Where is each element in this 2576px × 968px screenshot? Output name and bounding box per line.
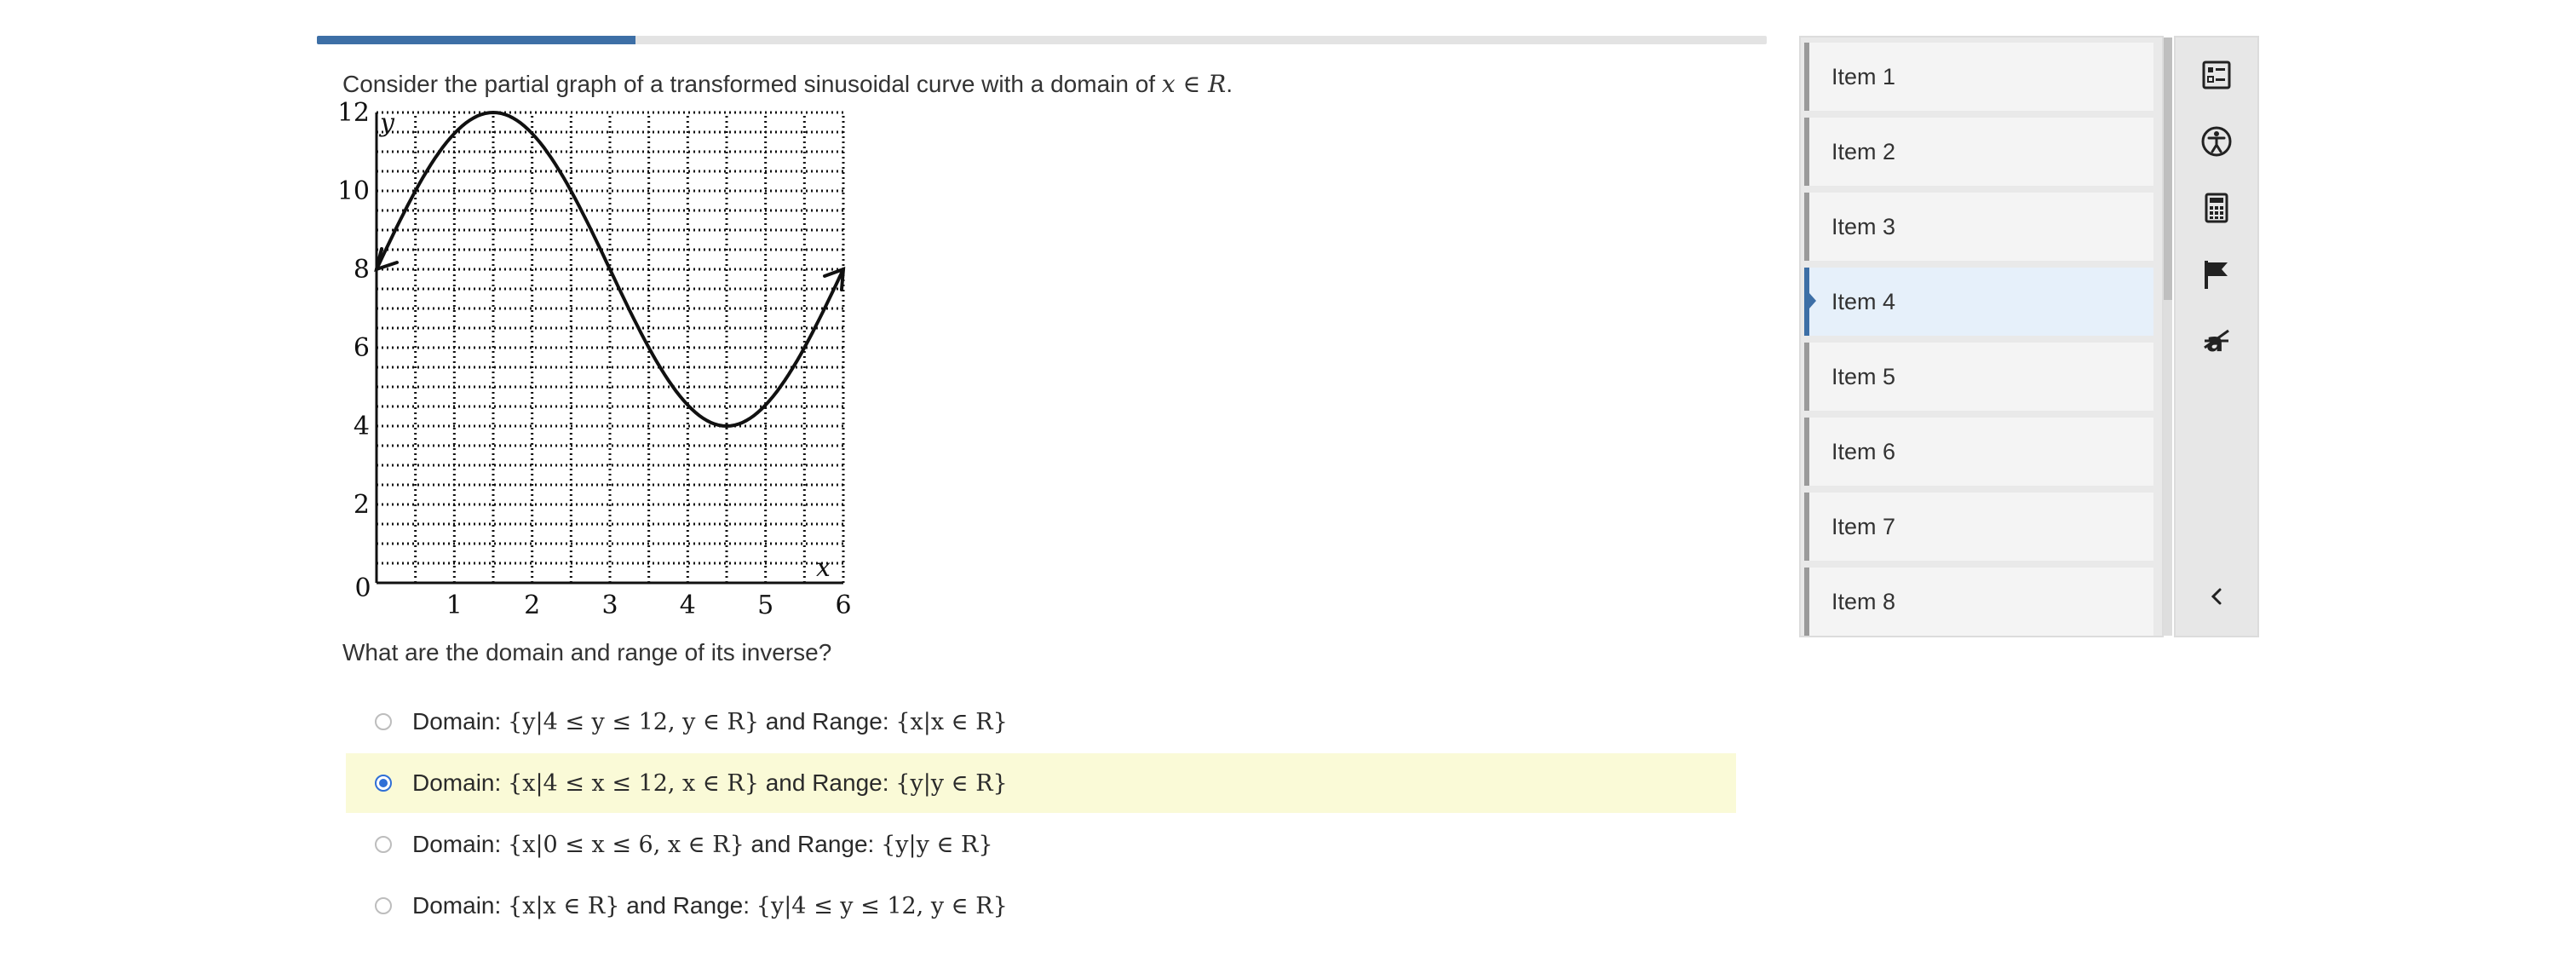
answer-choice-label: Domain: {x|4 ≤ x ≤ 12, x ∈ R} and Range:…	[412, 753, 1008, 813]
y-tick-label: 12	[341, 101, 370, 128]
radio-button[interactable]	[375, 897, 392, 914]
checklist-icon[interactable]	[2194, 53, 2239, 97]
answer-choice-3[interactable]: Domain: {x|0 ≤ x ≤ 6, x ∈ R} and Range: …	[346, 815, 1736, 874]
choice-range: {x|x ∈ R}	[895, 709, 1008, 735]
question-intro: Consider the partial graph of a transfor…	[342, 71, 1162, 97]
y-tick-label: 10	[341, 176, 370, 206]
item-nav-5[interactable]: Item 5	[1804, 343, 2153, 411]
flag-icon[interactable]	[2194, 252, 2239, 297]
choice-mid: and Range:	[758, 769, 896, 796]
answer-choice-4[interactable]: Domain: {x|x ∈ R} and Range: {y|4 ≤ y ≤ …	[346, 876, 1736, 936]
answer-choice-label: Domain: {y|4 ≤ y ≤ 12, y ∈ R} and Range:…	[412, 692, 1008, 752]
choice-prefix: Domain:	[412, 769, 509, 796]
item-nav-4[interactable]: Item 4	[1804, 268, 2153, 336]
question-domain-math: x ∈ R	[1161, 70, 1227, 98]
collapse-chevron-icon[interactable]	[2194, 574, 2239, 619]
choice-mid: and Range:	[759, 708, 896, 735]
choice-prefix: Domain:	[412, 831, 509, 857]
choice-domain: {x|0 ≤ x ≤ 6, x ∈ R}	[508, 832, 745, 858]
choice-domain: {x|x ∈ R}	[508, 893, 620, 919]
graph-x-tick-labels: 0 1 2 3 4 5 6	[354, 573, 851, 620]
graph-grid	[375, 111, 845, 585]
radio-button[interactable]	[375, 713, 392, 730]
answer-choice-label: Domain: {x|x ∈ R} and Range: {y|4 ≤ y ≤ …	[412, 876, 1008, 936]
choice-range: {y|y ∈ R}	[881, 832, 993, 858]
graph-y-label: y	[378, 108, 395, 138]
answer-choice-1[interactable]: Domain: {y|4 ≤ y ≤ 12, y ∈ R} and Range:…	[346, 692, 1736, 752]
svg-text:a: a	[2206, 328, 2223, 358]
choice-mid: and Range:	[744, 831, 882, 857]
calculator-icon[interactable]	[2194, 186, 2239, 230]
item-scrollbar-thumb[interactable]	[2164, 37, 2172, 300]
graph-x-label: x	[816, 553, 831, 583]
y-tick-label: 4	[354, 412, 370, 441]
tool-bar: a	[2174, 36, 2259, 637]
x-tick-label: 6	[835, 591, 851, 620]
x-tick-label: 2	[524, 591, 540, 620]
x-tick-label: 4	[680, 591, 696, 620]
choice-domain: {x|4 ≤ x ≤ 12, x ∈ R}	[508, 770, 759, 797]
sinusoid-graph: y x 24681012 01 2 3 4 5 6	[341, 101, 852, 620]
item-nav-8[interactable]: Item 8	[1804, 568, 2153, 636]
x-tick-label: 5	[757, 591, 773, 620]
choice-domain: {y|4 ≤ y ≤ 12, y ∈ R}	[508, 709, 760, 735]
accessibility-icon[interactable]	[2194, 119, 2239, 164]
choice-range: {y|4 ≤ y ≤ 12, y ∈ R}	[756, 893, 1008, 919]
choice-range: {y|y ∈ R}	[895, 770, 1008, 797]
item-nav-2[interactable]: Item 2	[1804, 118, 2153, 186]
answer-choice-label: Domain: {x|0 ≤ x ≤ 6, x ∈ R} and Range: …	[412, 815, 993, 874]
graph-y-tick-labels: 2 4 6 8 10 12	[341, 101, 370, 520]
question-prompt: What are the domain and range of its inv…	[342, 639, 832, 666]
x-tick-label: 1	[446, 591, 463, 620]
progress-fill	[317, 36, 636, 44]
strikethrough-icon[interactable]: a	[2194, 319, 2239, 363]
progress-bar	[317, 36, 1767, 44]
radio-button[interactable]	[375, 775, 392, 792]
y-tick-label: 8	[354, 255, 370, 285]
item-navigator: Item 1 Item 2 Item 3 Item 4 Item 5 Item 6 Item…	[1799, 36, 2164, 637]
radio-button[interactable]	[375, 836, 392, 853]
x-tick-label: 0	[354, 573, 371, 603]
item-nav-7[interactable]: Item 7	[1804, 493, 2153, 561]
question-end: .	[1226, 71, 1233, 97]
choice-mid: and Range:	[619, 892, 756, 919]
item-nav-3[interactable]: Item 3	[1804, 193, 2153, 261]
choice-prefix: Domain:	[412, 892, 509, 919]
y-tick-label: 2	[354, 490, 370, 520]
item-nav-1[interactable]: Item 1	[1804, 43, 2153, 111]
assessment-page: Consider the partial graph of a transfor…	[0, 0, 2576, 968]
x-tick-label: 3	[601, 591, 618, 620]
answer-choice-2[interactable]: Domain: {x|4 ≤ x ≤ 12, x ∈ R} and Range:…	[346, 753, 1736, 813]
item-nav-6[interactable]: Item 6	[1804, 418, 2153, 486]
question-stem: Consider the partial graph of a transfor…	[342, 70, 1233, 98]
y-tick-label: 6	[354, 333, 370, 363]
choice-prefix: Domain:	[412, 708, 509, 735]
sinusoid-curve	[375, 110, 845, 429]
